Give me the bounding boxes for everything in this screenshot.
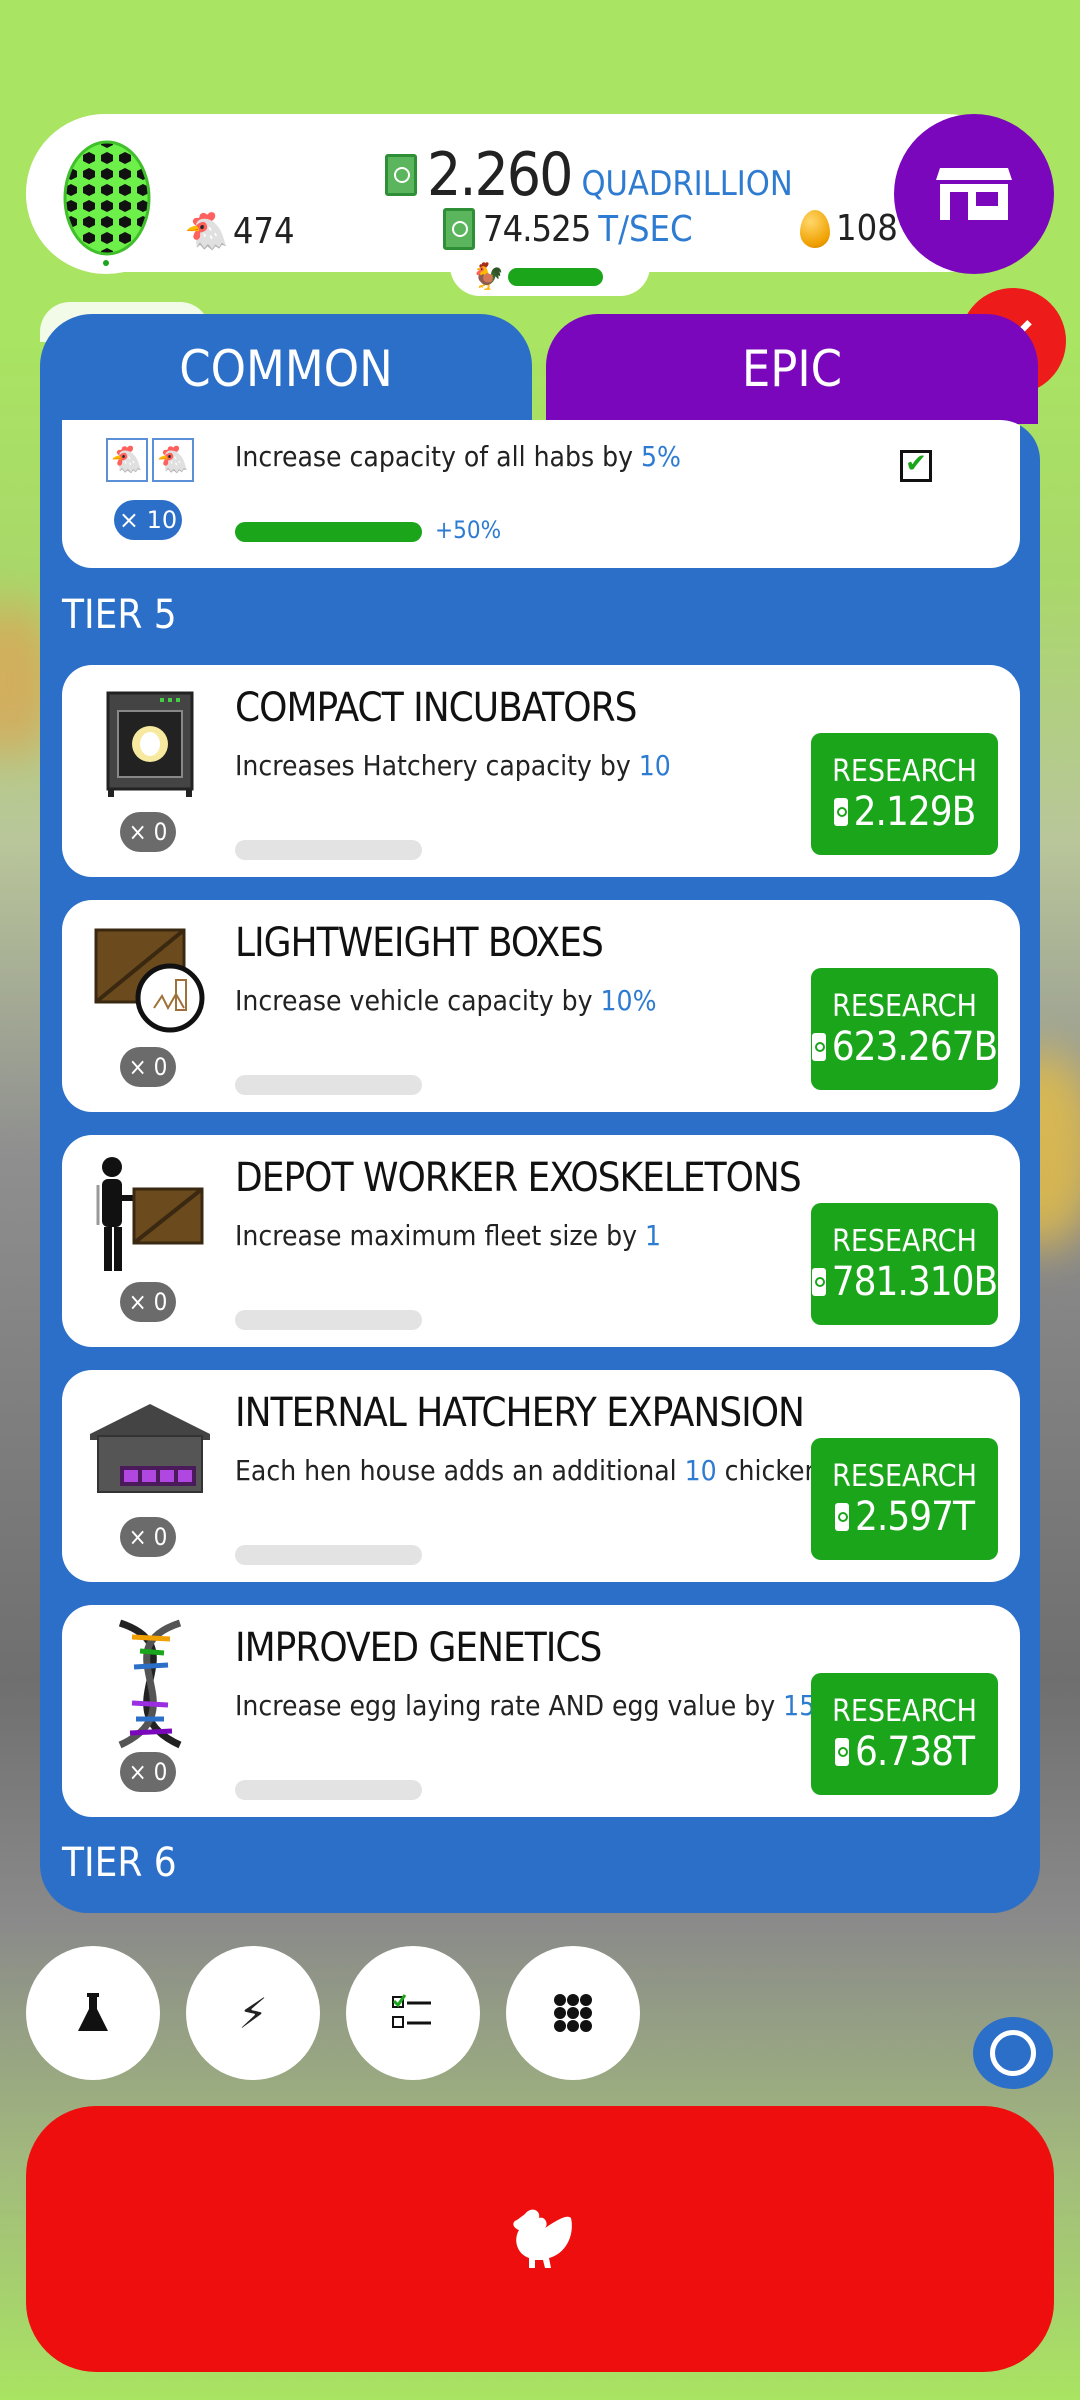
chicken-count-value: 474 [232, 210, 295, 252]
research-flask-button[interactable] [26, 1946, 160, 2080]
mini-chicken-icon: 🐓 [472, 262, 505, 292]
item-count-badge: × 0 [120, 812, 176, 852]
research-label: RESEARCH [832, 753, 977, 789]
item-count-badge: × 0 [120, 1517, 176, 1557]
rate-value: 74.525 [483, 208, 591, 250]
research-item: × 0 DEPOT WORKER EXOSKELETONS Increase m… [62, 1135, 1020, 1347]
research-button[interactable]: RESEARCH 781.310B [811, 1203, 998, 1325]
item-progress-bar [235, 1545, 422, 1565]
item-title: IMPROVED GENETICS [235, 1625, 602, 1671]
missions-button[interactable] [346, 1946, 480, 2080]
item-title: DEPOT WORKER EXOSKELETONS [235, 1155, 802, 1201]
research-button[interactable]: RESEARCH 2.597T [811, 1438, 998, 1560]
research-label: RESEARCH [832, 1223, 977, 1259]
item-progress-bar [235, 1780, 422, 1800]
worker-exoskeleton-icon [90, 1155, 210, 1271]
research-panel[interactable]: 🐔 🐔 Increase capacity of all habs by 5% … [40, 420, 1040, 1913]
cash-icon [385, 154, 417, 196]
lightning-icon: ⚡ [238, 1988, 268, 2038]
chicken-icon [513, 2209, 572, 2268]
research-label: RESEARCH [832, 1458, 977, 1494]
tab-epic[interactable]: EPIC [546, 314, 1038, 424]
tier-header: TIER 6 [62, 1840, 177, 1886]
research-item: × 0 INTERNAL HATCHERY EXPANSION Each hen… [62, 1370, 1020, 1582]
checkbox-icon: ✔ [900, 450, 932, 482]
cash-icon [811, 1032, 826, 1061]
item-count-badge: × 0 [120, 1752, 176, 1792]
hatch-chicken-button[interactable] [26, 2106, 1054, 2372]
flask-icon [78, 1993, 108, 2031]
research-item: × 0 LIGHTWEIGHT BOXES Increase vehicle c… [62, 900, 1020, 1112]
circle-icon [990, 2030, 1036, 2076]
cash-icon [833, 797, 848, 826]
boost-button[interactable]: ⚡ [186, 1946, 320, 2080]
item-description: Increase vehicle capacity by 10% [235, 984, 657, 1017]
hab-chickens-icon: 🐔 🐔 [106, 438, 194, 482]
research-button[interactable]: RESEARCH 6.738T [811, 1673, 998, 1795]
dna-helix-icon [90, 1619, 210, 1749]
money-value: 2.260 [427, 140, 573, 210]
research-item-partial: 🐔 🐔 Increase capacity of all habs by 5% … [62, 420, 1020, 568]
rate-unit: T/SEC [598, 208, 693, 250]
cash-icon [443, 208, 475, 250]
shop-button[interactable] [894, 114, 1054, 274]
item-progress-bar [235, 522, 422, 542]
item-count-badge: × 0 [120, 1282, 176, 1322]
research-item: × 0 IMPROVED GENETICS Increase egg layin… [62, 1605, 1020, 1817]
research-price: 2.129B [853, 788, 977, 835]
item-description: Each hen house adds an additional 10 chi… [235, 1454, 890, 1487]
chicken-icon: 🐔 [184, 211, 229, 252]
cash-icon [811, 1267, 826, 1296]
item-progress-bar [235, 840, 422, 860]
item-title: INTERNAL HATCHERY EXPANSION [235, 1390, 805, 1436]
cash-icon [835, 1737, 850, 1766]
item-progress-bar [235, 1310, 422, 1330]
research-label: RESEARCH [832, 988, 977, 1024]
research-item: × 0 COMPACT INCUBATORS Increases Hatcher… [62, 665, 1020, 877]
hex-egg-icon[interactable] [62, 134, 152, 256]
research-price: 623.267B [831, 1023, 998, 1070]
research-price: 2.597T [855, 1493, 975, 1540]
menu-grid-button[interactable] [506, 1946, 640, 2080]
research-button[interactable]: RESEARCH 2.129B [811, 733, 998, 855]
item-description: Increase maximum fleet size by 1 [235, 1219, 661, 1252]
golden-egg-icon [800, 209, 830, 248]
money-unit: QUADRILLION [581, 164, 793, 204]
incubator-icon [90, 689, 210, 799]
item-title: COMPACT INCUBATORS [235, 685, 637, 731]
research-button[interactable]: RESEARCH 623.267B [811, 968, 998, 1090]
golden-egg-value: 108 [836, 208, 898, 249]
item-description: Increases Hatchery capacity by 10 [235, 749, 671, 782]
camera-toggle-button[interactable] [973, 2017, 1053, 2089]
store-icon [936, 168, 1012, 220]
item-description: Increase egg laying rate AND egg value b… [235, 1689, 839, 1722]
item-count-badge: × 0 [120, 1047, 176, 1087]
golden-egg-count: 108 [800, 208, 898, 249]
box-magnifier-icon [90, 924, 210, 1034]
grid-icon [554, 1994, 592, 2032]
item-description: Increase capacity of all habs by 5% [235, 440, 681, 473]
item-title: LIGHTWEIGHT BOXES [235, 920, 604, 966]
egg-indicator-dot [103, 260, 109, 266]
chicken-count: 🐔 474 [184, 210, 295, 253]
item-count-badge: × 10 [114, 500, 182, 540]
item-progress-label: +50% [435, 516, 502, 544]
hatchery-building-icon [90, 1400, 210, 1510]
research-price: 6.738T [855, 1728, 975, 1775]
research-label: RESEARCH [832, 1693, 977, 1729]
money-display: 2.260 QUADRILLION [385, 140, 793, 210]
item-progress-bar [235, 1075, 422, 1095]
hatch-progress-bar [508, 268, 603, 286]
research-price: 781.310B [831, 1258, 998, 1305]
tier-header: TIER 5 [62, 592, 177, 638]
checklist-icon [392, 1994, 431, 2028]
income-rate: 74.525 T/SEC [443, 208, 693, 250]
cash-icon [835, 1502, 850, 1531]
